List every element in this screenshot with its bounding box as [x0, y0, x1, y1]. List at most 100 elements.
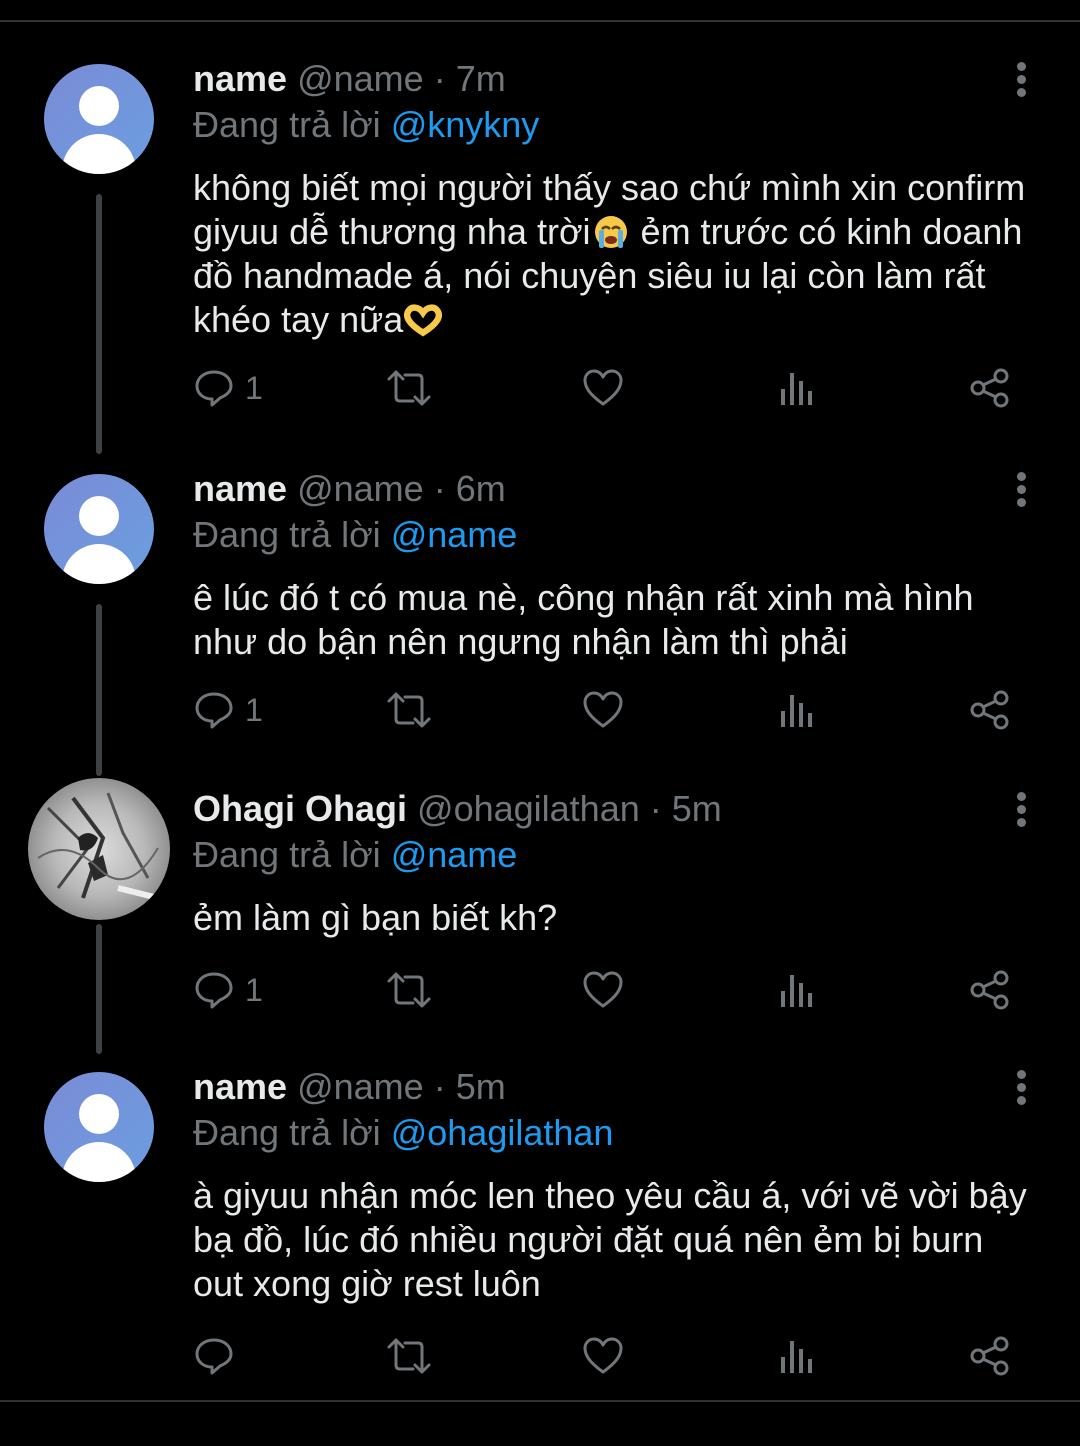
like-button[interactable] [581, 1334, 625, 1378]
more-icon[interactable] [1012, 792, 1032, 828]
retweet-icon [387, 370, 431, 406]
tweet-text: ẻm làm gì bạn biết kh? [193, 897, 558, 938]
tweet-header: Ohagi Ohagi @ohagilathan · 5m [193, 786, 722, 832]
separator-dot: · [433, 58, 446, 99]
retweet-button[interactable] [385, 366, 433, 410]
reply-context: Đang trả lời @name [193, 832, 517, 878]
views-icon [781, 1341, 812, 1373]
reply-context: Đang trả lời @name [193, 512, 517, 558]
timestamp[interactable]: 7m [456, 58, 506, 99]
reply-prefix: Đang trả lời [193, 834, 381, 875]
tweet-3[interactable]: Ohagi Ohagi @ohagilathan · 5m Đang trả l… [0, 778, 1080, 1056]
retweet-icon [387, 692, 431, 728]
tweet-actions: 1 [193, 366, 1023, 410]
avatar-body-shape [62, 544, 136, 584]
display-name[interactable]: name [193, 468, 287, 509]
views-button[interactable] [779, 1334, 815, 1378]
avatar[interactable] [44, 1072, 154, 1182]
tweet-header: name @name · 5m [193, 1064, 506, 1110]
avatar-body-shape [62, 134, 136, 174]
handle[interactable]: @name [297, 58, 424, 99]
reply-prefix: Đang trả lời [193, 104, 381, 145]
timestamp[interactable]: 6m [456, 468, 506, 509]
display-name[interactable]: name [193, 1066, 287, 1107]
views-icon [781, 695, 812, 727]
like-button[interactable] [581, 688, 625, 732]
reply-count: 1 [245, 370, 263, 406]
reply-button[interactable] [193, 1334, 245, 1378]
tweet-header: name @name · 7m [193, 56, 506, 102]
reply-icon [195, 972, 233, 1009]
avatar[interactable] [44, 64, 154, 174]
like-button[interactable] [581, 968, 625, 1012]
display-name[interactable]: name [193, 58, 287, 99]
tweet-2[interactable]: name @name · 6m Đang trả lời @name ê lúc… [0, 466, 1080, 776]
views-button[interactable] [779, 366, 815, 410]
tweet-actions: 1 [193, 688, 1023, 732]
reply-count: 1 [245, 972, 263, 1008]
avatar[interactable] [44, 474, 154, 584]
share-icon [970, 1336, 1009, 1376]
retweet-icon [387, 972, 431, 1008]
heart-hands-icon [404, 304, 443, 337]
separator-dot: · [433, 468, 446, 509]
more-icon[interactable] [1012, 1070, 1032, 1106]
timestamp[interactable]: 5m [672, 788, 722, 829]
handle[interactable]: @name [297, 1066, 424, 1107]
tweet-text: à giyuu nhận móc len theo yêu cầu á, với… [193, 1175, 1027, 1304]
thread-line [96, 924, 102, 1054]
avatar-head-shape [79, 496, 119, 536]
views-button[interactable] [779, 688, 815, 732]
retweet-button[interactable] [385, 968, 433, 1012]
mention-link[interactable]: @knykny [391, 104, 540, 145]
share-icon [970, 970, 1009, 1010]
more-icon[interactable] [1012, 472, 1032, 508]
reply-context: Đang trả lời @ohagilathan [193, 1110, 613, 1156]
timestamp[interactable]: 5m [456, 1066, 506, 1107]
tweet-text: ê lúc đó t có mua nè, công nhận rất xinh… [193, 577, 974, 662]
retweet-button[interactable] [385, 688, 433, 732]
share-button[interactable] [969, 968, 1011, 1012]
tweet-4[interactable]: name @name · 5m Đang trả lời @ohagilatha… [0, 1064, 1080, 1394]
avatar[interactable] [28, 778, 170, 920]
like-icon [583, 971, 623, 1008]
share-button[interactable] [969, 1334, 1011, 1378]
share-button[interactable] [969, 366, 1011, 410]
avatar-head-shape [79, 1094, 119, 1134]
reply-icon [195, 1338, 233, 1375]
like-button[interactable] [581, 366, 625, 410]
mention-link[interactable]: @name [391, 834, 518, 875]
tweet-header: name @name · 6m [193, 466, 506, 512]
reply-button[interactable]: 1 [193, 366, 263, 410]
tweet-text: không biết mọi người thấy sao chứ mình x… [193, 166, 1043, 342]
share-icon [970, 690, 1009, 730]
like-icon [583, 369, 623, 406]
reply-context: Đang trả lời @knykny [193, 102, 539, 148]
reply-button[interactable]: 1 [193, 968, 263, 1012]
top-divider [0, 20, 1080, 22]
share-button[interactable] [969, 688, 1011, 732]
retweet-button[interactable] [385, 1334, 433, 1378]
avatar-head-shape [79, 86, 119, 126]
reply-icon [195, 370, 233, 407]
like-icon [583, 691, 623, 728]
tweet-actions [193, 1334, 1023, 1378]
tweet-1[interactable]: name @name · 7m Đang trả lời @knykny khô… [0, 56, 1080, 456]
mention-link[interactable]: @name [391, 514, 518, 555]
mention-link[interactable]: @ohagilathan [391, 1112, 614, 1153]
handle[interactable]: @name [297, 468, 424, 509]
display-name[interactable]: Ohagi Ohagi [193, 788, 407, 829]
views-icon [781, 373, 812, 405]
thread-line [96, 194, 102, 454]
separator-dot: · [649, 788, 662, 829]
more-icon[interactable] [1012, 62, 1032, 98]
views-icon [781, 975, 812, 1007]
retweet-icon [387, 1338, 431, 1374]
bottom-divider [0, 1400, 1080, 1402]
reply-button[interactable]: 1 [193, 688, 263, 732]
separator-dot: · [433, 1066, 446, 1107]
reply-icon [195, 692, 233, 729]
handle[interactable]: @ohagilathan [417, 788, 640, 829]
reply-count: 1 [245, 692, 263, 728]
views-button[interactable] [779, 968, 815, 1012]
